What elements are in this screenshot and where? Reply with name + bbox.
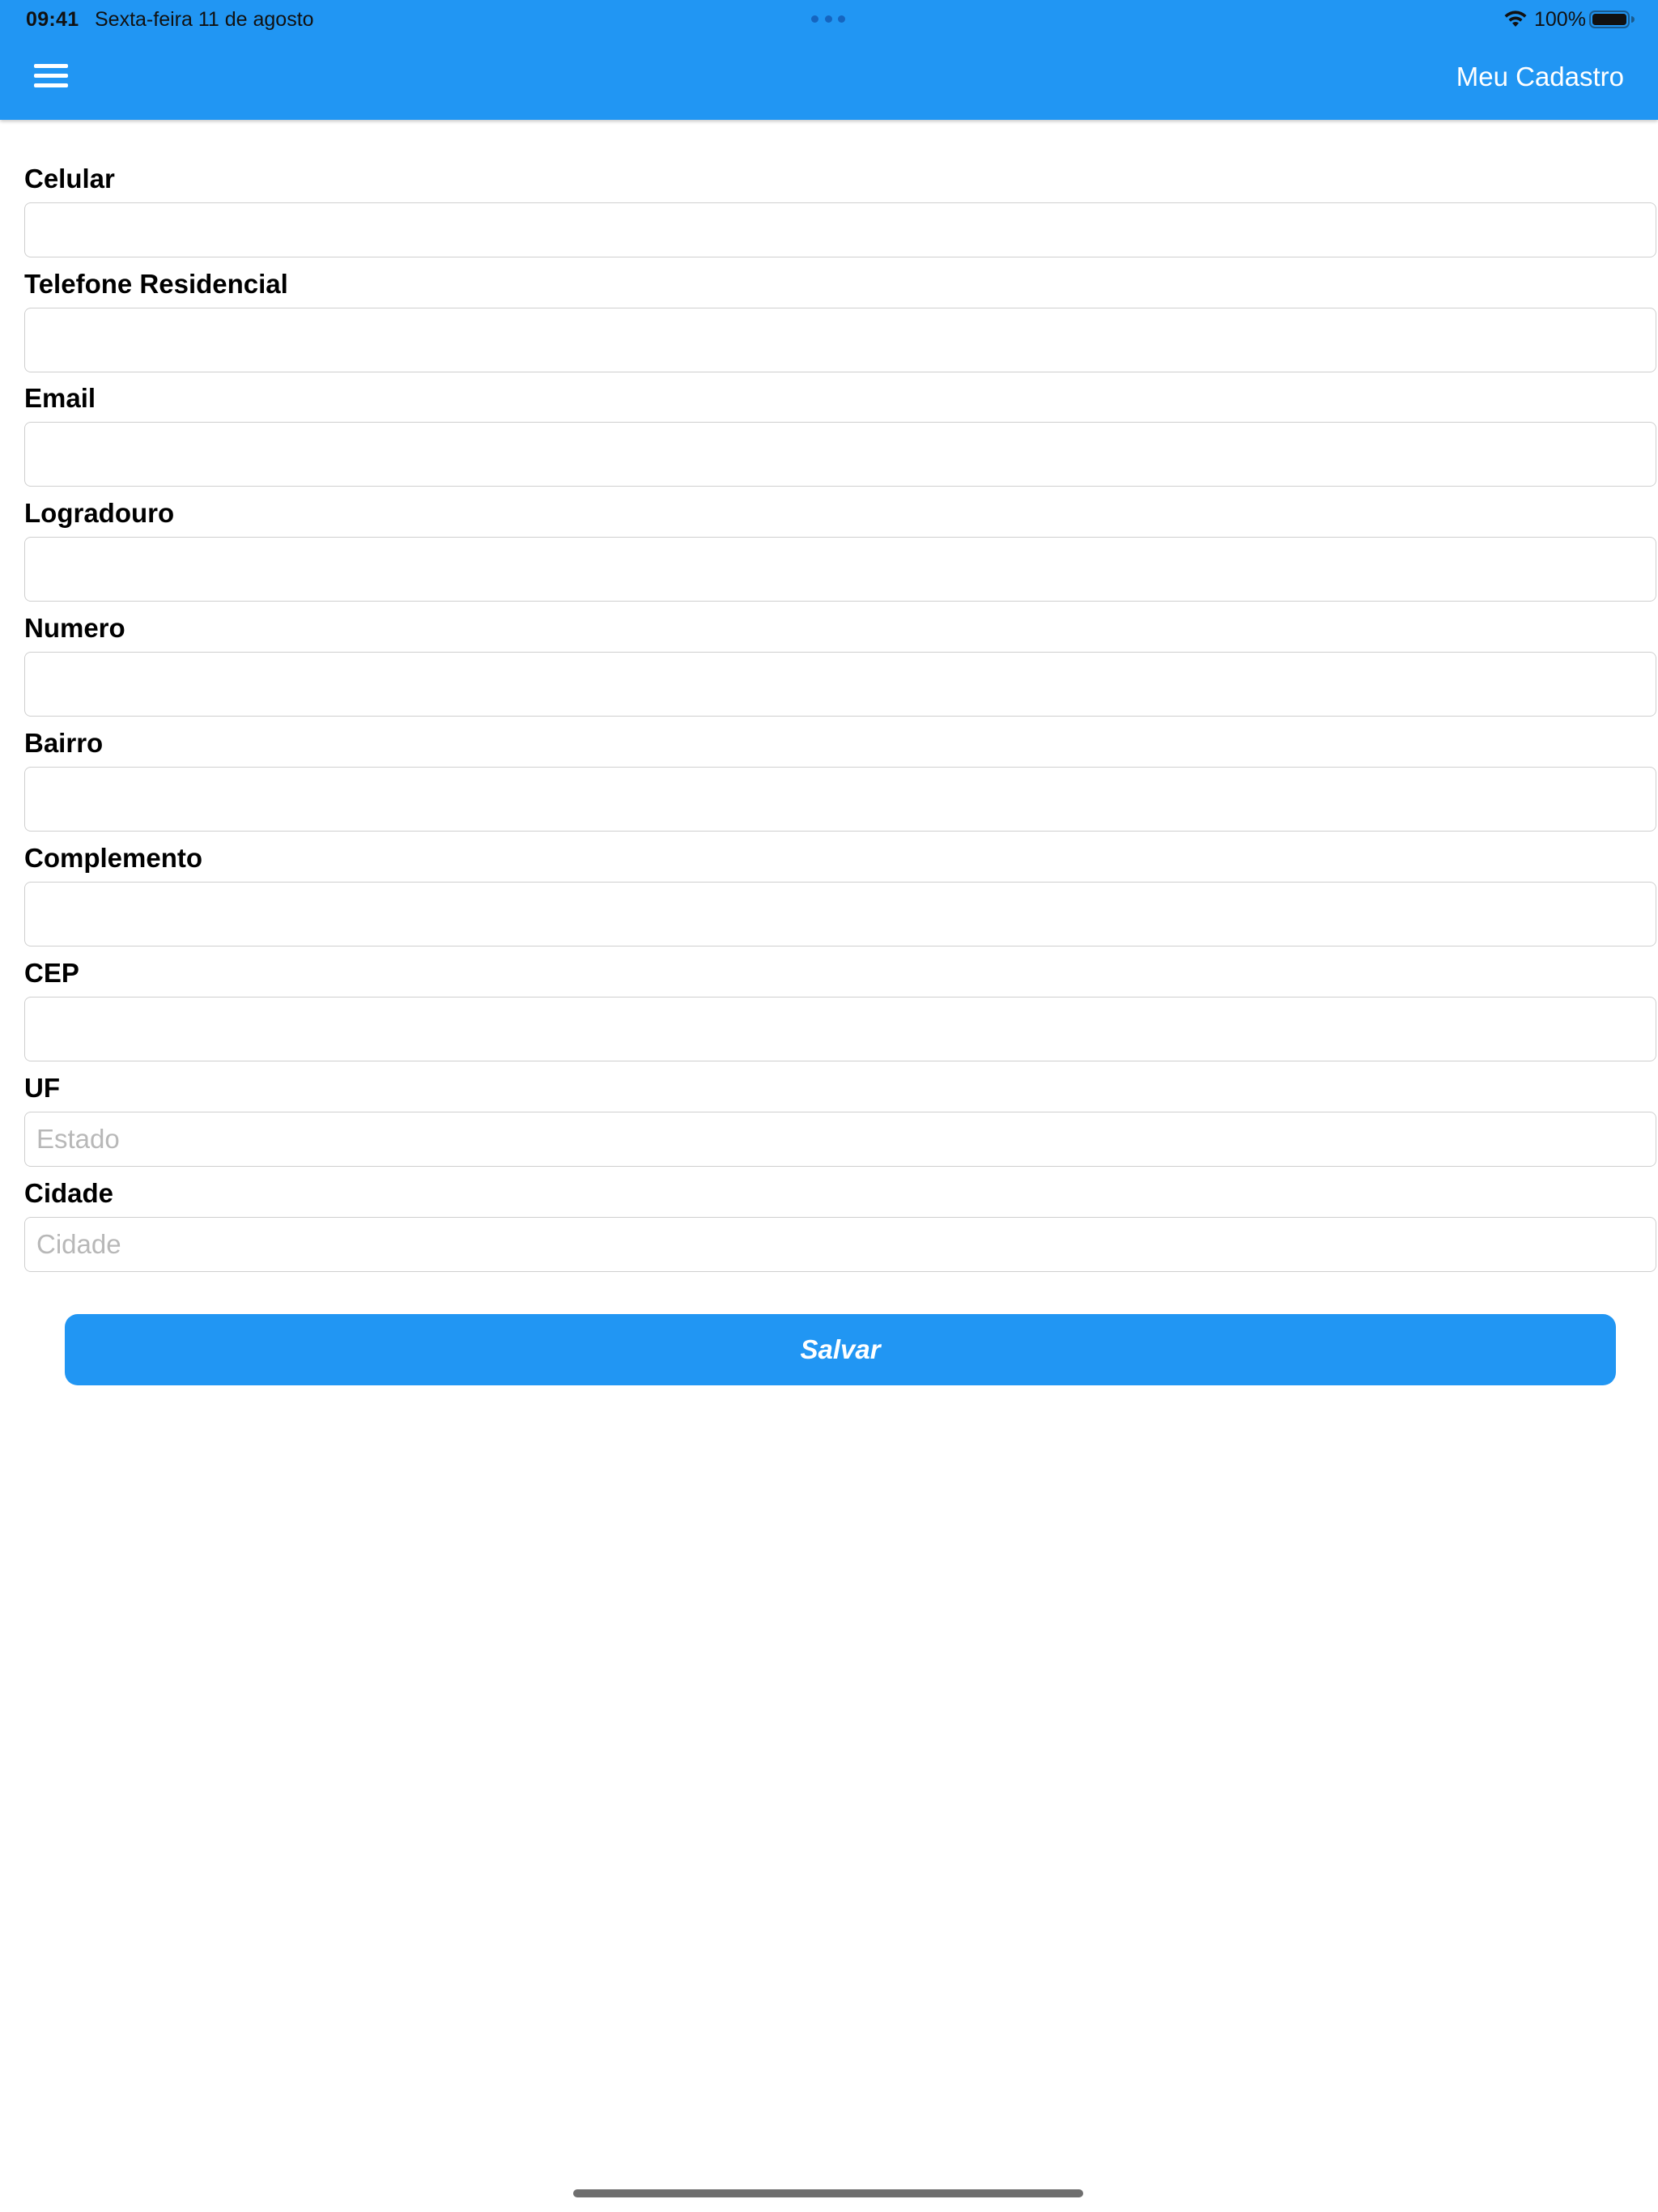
bairro-label: Bairro [24,728,104,758]
page-title: Meu Cadastro [1456,62,1624,91]
bairro-input[interactable] [24,767,1656,832]
status-time: 09:41 [26,8,79,31]
complemento-label: Complemento [24,843,203,873]
telefone-residencial-label: Telefone Residencial [24,269,288,299]
wifi-icon [1504,11,1527,27]
email-input[interactable] [24,422,1656,487]
hamburger-menu-icon[interactable] [32,62,70,91]
uf-input[interactable] [24,1112,1656,1167]
logradouro-input[interactable] [24,537,1656,602]
status-date: Sexta-feira 11 de agosto [95,8,314,31]
app-header: 09:41 Sexta-feira 11 de agosto 100% Meu … [0,0,1658,120]
telefone-residencial-input[interactable] [24,308,1656,372]
cep-input[interactable] [24,997,1656,1061]
home-indicator[interactable] [573,2189,1083,2197]
uf-label: UF [24,1073,60,1103]
cidade-input[interactable] [24,1217,1656,1272]
more-dots-icon[interactable] [811,15,845,23]
status-bar: 09:41 Sexta-feira 11 de agosto 100% [0,0,1658,37]
numero-label: Numero [24,613,125,643]
battery-percentage: 100% [1534,8,1586,31]
numero-input[interactable] [24,652,1656,717]
logradouro-label: Logradouro [24,498,175,528]
battery-icon [1589,11,1635,28]
complemento-input[interactable] [24,882,1656,946]
cidade-label: Cidade [24,1178,114,1208]
email-label: Email [24,383,96,413]
celular-input[interactable] [24,202,1656,257]
celular-label: Celular [24,164,115,194]
save-button[interactable]: Salvar [65,1314,1616,1385]
cep-label: CEP [24,958,79,988]
